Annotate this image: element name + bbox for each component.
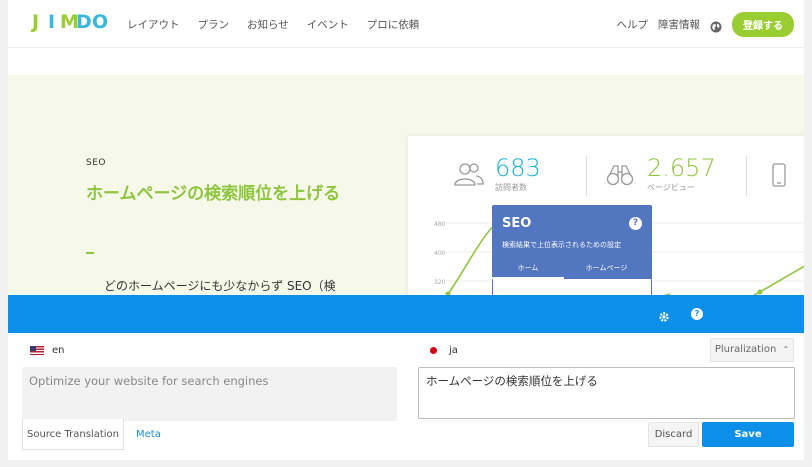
- nav-link-layout[interactable]: レイアウト: [127, 17, 180, 32]
- seo-popup-subtitle: 検索結果で上位表示されるための設定: [502, 241, 621, 249]
- logo-letter: D: [76, 11, 92, 33]
- nav-right: ヘルプ 障害情報 登録する: [617, 0, 794, 48]
- tab-home[interactable]: ホーム: [492, 257, 564, 279]
- hero-title: ホームページの検索順位を上げる: [86, 184, 341, 204]
- seo-popup-title: SEO: [502, 216, 532, 231]
- target-language: ja: [430, 345, 458, 356]
- register-button[interactable]: 登録する: [732, 11, 794, 37]
- accessibility-link[interactable]: 障害情報: [658, 17, 700, 32]
- chevron-up-icon: ⌃: [782, 345, 790, 354]
- hero-body-text: どのホームページにも少なからず SEO（検: [104, 279, 336, 293]
- us-flag-icon: [30, 346, 44, 355]
- hero-divider: [86, 252, 94, 254]
- mobile-icon: [772, 163, 786, 187]
- pluralization-button[interactable]: Pluralization ⌃: [710, 338, 794, 362]
- nav-link-pro[interactable]: プロに依頼: [367, 17, 420, 32]
- help-icon[interactable]: ?: [691, 308, 703, 320]
- discard-button[interactable]: Discard: [648, 422, 699, 447]
- source-language: en: [30, 345, 65, 356]
- tab-source-translation[interactable]: Source Translation: [22, 419, 124, 450]
- source-text-box: Optimize your website for search engines: [22, 367, 397, 421]
- save-translation-button[interactable]: Save Translation: [702, 422, 794, 460]
- nav-link-news[interactable]: お知らせ: [247, 17, 289, 32]
- nav-links: レイアウト プラン お知らせ イベント プロに依頼: [127, 0, 419, 48]
- top-navigation: J I M D O レイアウト プラン お知らせ イベント プロに依頼 ヘルプ …: [8, 0, 804, 48]
- help-icon[interactable]: ?: [629, 217, 642, 230]
- stat-divider: [586, 156, 587, 196]
- stat-divider: [746, 156, 747, 196]
- pageviews-caption: ページビュー: [647, 183, 695, 192]
- logo-letter: M: [60, 11, 79, 33]
- browser-frame: J I M D O レイアウト プラン お知らせ イベント プロに依頼 ヘルプ …: [8, 0, 804, 460]
- target-language-code: ja: [449, 345, 458, 356]
- pluralization-label: Pluralization: [714, 344, 777, 355]
- tab-meta[interactable]: Meta: [136, 419, 161, 450]
- logo-letter: J: [31, 11, 40, 33]
- japan-flag-icon: [430, 347, 437, 354]
- help-link[interactable]: ヘルプ: [617, 17, 649, 32]
- nav-link-events[interactable]: イベント: [307, 17, 349, 32]
- logo-letter: I: [47, 11, 56, 33]
- hero-label: SEO: [86, 158, 106, 168]
- jimdo-logo[interactable]: J I M D O: [28, 11, 109, 33]
- seo-popup: SEO ? 検索結果で上位表示されるための設定 ホーム ホームページ: [492, 205, 652, 300]
- translation-textarea[interactable]: ホームページの検索順位を上げる: [418, 367, 795, 419]
- users-icon: [454, 163, 484, 186]
- globe-icon[interactable]: [710, 18, 722, 33]
- translation-toolbar: ?: [8, 295, 804, 333]
- visitors-value: 683: [495, 154, 541, 182]
- logo-letter: O: [92, 11, 109, 33]
- pageviews-value: 2.657: [647, 154, 716, 182]
- visitors-caption: 訪問者数: [495, 183, 527, 192]
- source-language-code: en: [52, 345, 65, 356]
- translation-panel: en ja Pluralization ⌃ Optimize your webs…: [8, 333, 804, 460]
- gear-icon[interactable]: [658, 308, 670, 322]
- nav-link-plans[interactable]: プラン: [198, 17, 230, 32]
- binoculars-icon: [606, 165, 634, 186]
- tab-homepage[interactable]: ホームページ: [564, 257, 649, 279]
